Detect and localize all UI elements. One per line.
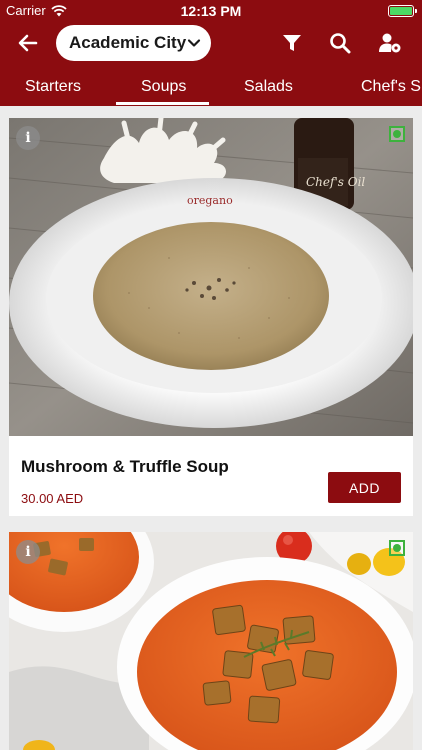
- category-tabs: Starters Soups Salads Chef's Specials: [0, 65, 422, 106]
- nav-bar: Academic City: [0, 22, 422, 65]
- add-button[interactable]: ADD: [328, 472, 401, 503]
- status-time: 12:13 PM: [180, 3, 242, 19]
- city-label: Academic City: [69, 33, 187, 52]
- item-price: 30.00 AED: [21, 491, 84, 506]
- bottle-label: Chef's Oil: [306, 175, 365, 189]
- plate-brand: oregano: [187, 194, 233, 207]
- tab-starters[interactable]: Starters: [25, 78, 81, 96]
- chevron-down-icon: [187, 39, 201, 47]
- user-button[interactable]: [378, 31, 402, 55]
- item-image[interactable]: [9, 532, 413, 750]
- tab-chefs-specials[interactable]: Chef's Specials: [361, 78, 422, 96]
- item-name: Mushroom & Truffle Soup: [21, 457, 229, 476]
- info-icon[interactable]: i: [16, 540, 40, 564]
- veg-indicator-icon: [389, 540, 405, 556]
- battery-level: [390, 7, 412, 15]
- status-bar: Carrier 12:13 PM: [0, 0, 422, 22]
- filter-icon: [283, 35, 301, 51]
- menu-item-card[interactable]: i: [9, 532, 413, 750]
- user-settings-icon: [379, 33, 401, 53]
- tab-soups[interactable]: Soups: [141, 78, 186, 96]
- city-selector[interactable]: Academic City: [56, 25, 211, 61]
- tab-salads[interactable]: Salads: [244, 78, 293, 96]
- veg-indicator-icon: [389, 126, 405, 142]
- back-button[interactable]: [14, 30, 42, 56]
- menu-item-card[interactable]: Chef's Oil oregano i Mushroom & Truffle …: [9, 118, 413, 516]
- search-button[interactable]: [328, 31, 352, 55]
- tab-selected-indicator: [116, 102, 209, 105]
- menu-list[interactable]: Chef's Oil oregano i Mushroom & Truffle …: [0, 106, 422, 750]
- battery-icon: [388, 5, 417, 17]
- back-arrow-icon: [18, 34, 38, 52]
- info-icon[interactable]: i: [16, 126, 40, 150]
- search-icon: [330, 33, 351, 54]
- item-image[interactable]: Chef's Oil oregano: [9, 118, 413, 436]
- filter-button[interactable]: [280, 31, 304, 55]
